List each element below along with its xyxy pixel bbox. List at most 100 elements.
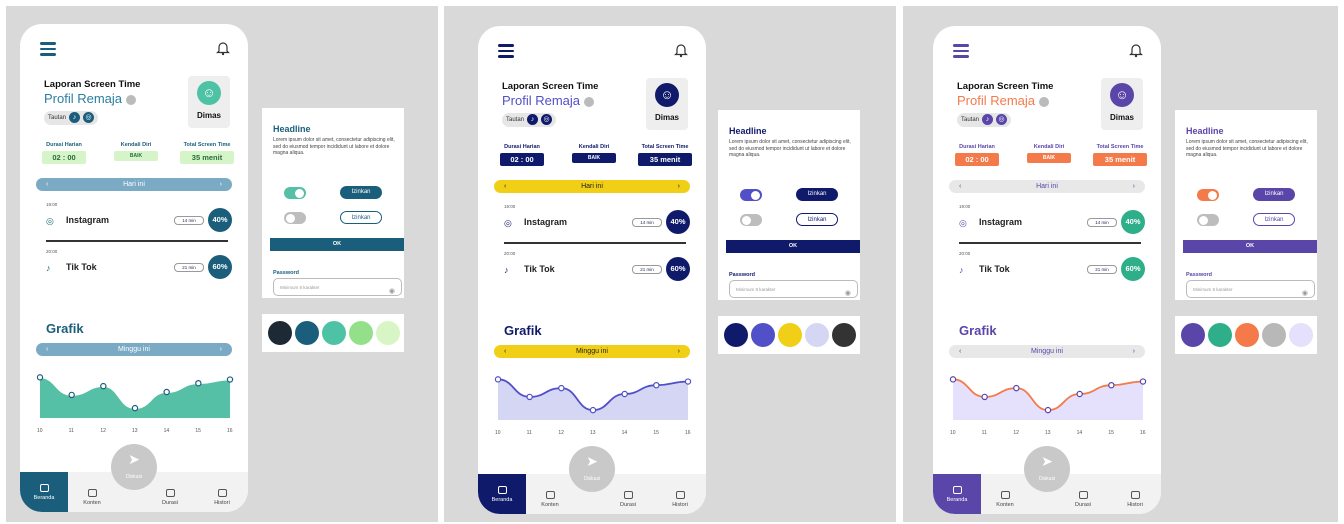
izinkan-button-outline[interactable]: Izinkan xyxy=(796,213,838,226)
toggle-off[interactable] xyxy=(1197,214,1219,226)
stat-total-value: 35 menit xyxy=(638,153,692,166)
izinkan-button-filled[interactable]: Izinkan xyxy=(1253,188,1295,201)
chevron-left-icon[interactable]: ‹ xyxy=(46,343,48,356)
chevron-right-icon[interactable]: › xyxy=(1133,345,1135,358)
nav-beranda-label: Beranda xyxy=(491,497,513,503)
x-tick-label: 16 xyxy=(685,430,691,436)
image-icon xyxy=(675,491,685,499)
image-icon xyxy=(217,489,227,497)
nav-konten[interactable]: Konten xyxy=(985,491,1025,508)
chevron-left-icon[interactable]: ‹ xyxy=(46,178,48,191)
profile-card[interactable]: ☺ Dimas xyxy=(188,76,230,128)
eye-icon[interactable]: ◉ xyxy=(389,283,395,300)
edit-icon[interactable] xyxy=(1039,96,1050,107)
nav-histori[interactable]: Histori xyxy=(1115,491,1155,508)
subtitle-text: Profil Remaja xyxy=(502,93,581,108)
x-tick-label: 11 xyxy=(526,430,532,436)
stat-kendali-label: Kendali Diri xyxy=(1033,144,1065,150)
chevron-left-icon[interactable]: ‹ xyxy=(959,345,961,358)
password-label: Password xyxy=(1186,272,1212,278)
password-field[interactable]: Minimum 8 karakter ◉ xyxy=(273,278,402,296)
day-selector[interactable]: ‹ Hari ini › xyxy=(494,180,690,193)
stat-total-label: Total Screen Time xyxy=(183,142,231,148)
week-selector[interactable]: ‹ Minggu ini › xyxy=(494,345,690,358)
chevron-right-icon[interactable]: › xyxy=(220,343,222,356)
nav-konten[interactable]: Konten xyxy=(530,491,570,508)
toggle-off[interactable] xyxy=(740,214,762,226)
chevron-right-icon[interactable]: › xyxy=(220,178,222,191)
top-bar xyxy=(498,42,688,60)
week-selector[interactable]: ‹ Minggu ini › xyxy=(949,345,1145,358)
nav-durasi[interactable]: Durasi xyxy=(150,489,190,506)
stat-durasi-value: 02 : 00 xyxy=(500,153,544,166)
password-placeholder: Minimum 8 karakter xyxy=(1193,287,1233,292)
color-swatch xyxy=(1289,323,1313,347)
password-field[interactable]: Minimum 8 karakter ◉ xyxy=(729,280,858,298)
chevron-right-icon[interactable]: › xyxy=(678,345,680,358)
izinkan-button-outline[interactable]: Izinkan xyxy=(1253,213,1295,226)
bell-icon[interactable] xyxy=(1129,42,1143,58)
profile-name: Dimas xyxy=(654,113,679,122)
nav-durasi[interactable]: Durasi xyxy=(608,491,648,508)
chevron-right-icon[interactable]: › xyxy=(1133,180,1135,193)
edit-icon[interactable] xyxy=(126,94,137,105)
eye-icon[interactable]: ◉ xyxy=(1302,285,1308,302)
password-placeholder: Minimum 8 karakter xyxy=(736,287,776,292)
chevron-left-icon[interactable]: ‹ xyxy=(504,180,506,193)
list-item[interactable]: 20:00 ♪ Tik Tok 21 min 60% xyxy=(504,251,690,285)
bell-icon[interactable] xyxy=(674,42,688,58)
nav-beranda[interactable]: Beranda xyxy=(933,474,981,514)
bell-icon[interactable] xyxy=(216,40,230,56)
stat-durasi-label: Durasi Harian xyxy=(504,144,540,150)
send-fab[interactable]: ➤ Diskusi xyxy=(569,446,615,492)
nav-beranda[interactable]: Beranda xyxy=(20,472,68,512)
week-selector[interactable]: ‹ Minggu ini › xyxy=(36,343,232,356)
menu-icon[interactable] xyxy=(498,44,514,58)
link-tag[interactable]: Tautan ♪ ◎ xyxy=(502,113,557,127)
izinkan-button-filled[interactable]: Izinkan xyxy=(796,188,838,201)
list-item[interactable]: 19:00 ◎ Instagram 14 min 40% xyxy=(959,204,1145,238)
chevron-left-icon[interactable]: ‹ xyxy=(959,180,961,193)
link-tag[interactable]: Tautan ♪ ◎ xyxy=(44,111,99,125)
day-selector[interactable]: ‹ Hari ini › xyxy=(36,178,232,191)
nav-beranda-label: Beranda xyxy=(33,495,55,501)
chevron-right-icon[interactable]: › xyxy=(678,180,680,193)
send-fab[interactable]: ➤ Diskusi xyxy=(111,444,157,490)
edit-icon[interactable] xyxy=(584,96,595,107)
nav-histori[interactable]: Histori xyxy=(660,491,700,508)
link-tag[interactable]: Tautan ♪ ◎ xyxy=(957,113,1012,127)
ok-button[interactable]: OK xyxy=(1183,240,1317,253)
app-time: 19:00 xyxy=(504,204,516,209)
app-name: Instagram xyxy=(979,217,1023,227)
menu-icon[interactable] xyxy=(953,44,969,58)
profile-card[interactable]: ☺ Dimas xyxy=(646,78,688,130)
profile-card[interactable]: ☺ Dimas xyxy=(1101,78,1143,130)
nav-histori[interactable]: Histori xyxy=(202,489,242,506)
ok-button[interactable]: OK xyxy=(726,240,860,253)
app-percent: 60% xyxy=(1121,257,1145,281)
instagram-icon: ◎ xyxy=(83,111,95,123)
nav-beranda[interactable]: Beranda xyxy=(478,474,526,514)
toggle-on[interactable] xyxy=(740,189,762,201)
list-item[interactable]: 19:00 ◎ Instagram 14 min 40% xyxy=(46,202,232,236)
x-tick-label: 12 xyxy=(1013,430,1019,436)
password-field[interactable]: Minimum 8 karakter ◉ xyxy=(1186,280,1315,298)
chevron-left-icon[interactable]: ‹ xyxy=(504,345,506,358)
stat-total: Total Screen Time 35 menit xyxy=(180,142,234,164)
izinkan-button-outline[interactable]: Izinkan xyxy=(340,211,382,224)
toggle-off[interactable] xyxy=(284,212,306,224)
day-selector[interactable]: ‹ Hari ini › xyxy=(949,180,1145,193)
ok-button[interactable]: OK xyxy=(270,238,404,251)
send-fab[interactable]: ➤ Diskusi xyxy=(1024,446,1070,492)
izinkan-button-filled[interactable]: Izinkan xyxy=(340,186,382,199)
list-item[interactable]: 19:00 ◎ Instagram 14 min 40% xyxy=(504,204,690,238)
chart-point xyxy=(621,390,628,398)
toggle-on[interactable] xyxy=(1197,189,1219,201)
list-item[interactable]: 20:00 ♪ Tik Tok 21 min 60% xyxy=(959,251,1145,285)
menu-icon[interactable] xyxy=(40,42,56,56)
list-item[interactable]: 20:00 ♪ Tik Tok 21 min 60% xyxy=(46,249,232,283)
toggle-on[interactable] xyxy=(284,187,306,199)
nav-durasi[interactable]: Durasi xyxy=(1063,491,1103,508)
nav-konten[interactable]: Konten xyxy=(72,489,112,506)
eye-icon[interactable]: ◉ xyxy=(845,285,851,302)
